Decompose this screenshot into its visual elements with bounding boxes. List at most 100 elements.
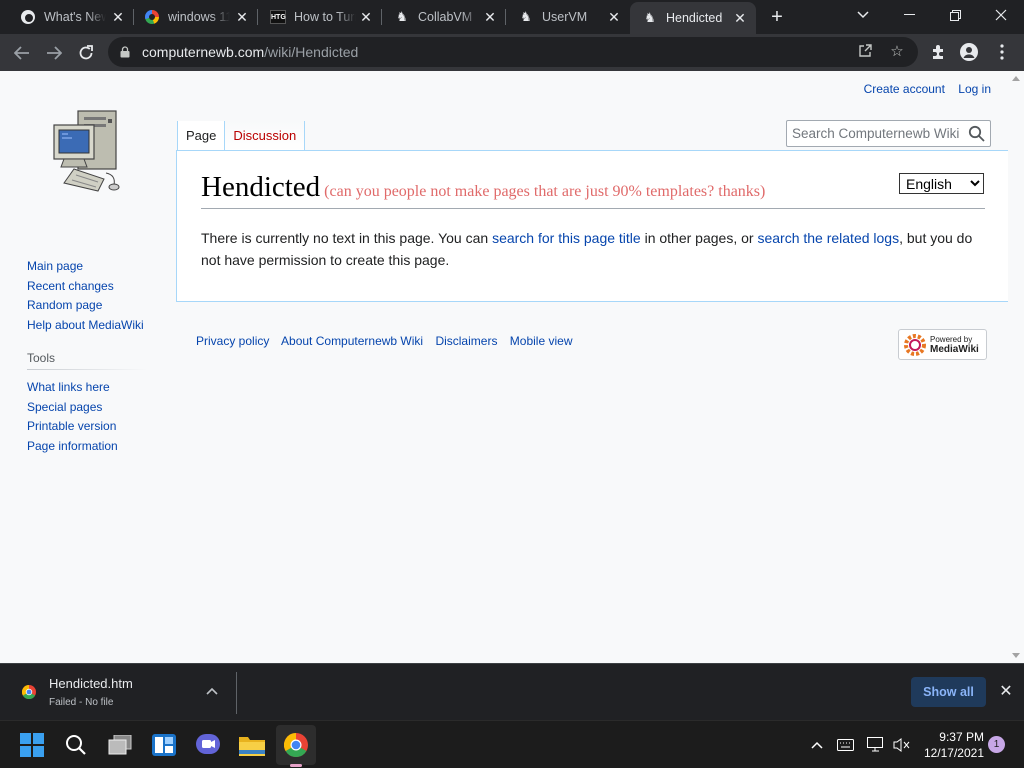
tab-search-icon[interactable] <box>840 0 886 30</box>
sidebar-item-random-page[interactable]: Random page <box>27 296 144 316</box>
browser-tab-strip: What's New ✕ windows 11 ✕ HTG How to Tur… <box>0 0 1024 34</box>
footer-privacy-policy-link[interactable]: Privacy policy <box>196 334 269 348</box>
bookmark-star-icon[interactable]: ☆ <box>888 43 906 61</box>
tab-close-icon[interactable]: ✕ <box>732 10 748 26</box>
search-taskbar-icon[interactable] <box>56 725 96 765</box>
download-shelf: Hendicted.htm Failed - No file Show all … <box>0 663 1024 720</box>
collabvm-icon: ♞ <box>396 9 408 24</box>
browser-tab-uservm[interactable]: ♞ UserVM ✕ <box>506 0 630 34</box>
footer-links: Privacy policy About Computernewb Wiki D… <box>196 334 582 348</box>
download-separator <box>236 672 237 714</box>
task-view-icon[interactable] <box>100 725 140 765</box>
extensions-icon[interactable] <box>928 42 948 62</box>
back-button[interactable] <box>8 39 36 67</box>
browser-tab-collabvm[interactable]: ♞ CollabVM ✕ <box>382 0 506 34</box>
wiki-logo-computer-icon[interactable] <box>48 107 128 197</box>
search-input[interactable] <box>792 121 962 146</box>
page-title: Hendicted <box>201 171 321 203</box>
search-icon[interactable] <box>968 125 985 142</box>
clock-date[interactable]: 12/17/2021 <box>920 746 984 760</box>
tab-title: Hendicted <box>666 11 723 25</box>
notification-badge[interactable]: 1 <box>988 736 1005 753</box>
reload-button[interactable] <box>72 39 100 67</box>
create-account-link[interactable]: Create account <box>864 82 945 96</box>
browser-tab-hendicted[interactable]: ♞ Hendicted ✕ <box>630 2 756 34</box>
sidebar-item-help[interactable]: Help about MediaWiki <box>27 316 144 336</box>
minimize-button[interactable] <box>886 0 932 30</box>
windows-taskbar: 9:37 PM 12/17/2021 1 <box>0 720 1024 768</box>
sidebar-item-main-page[interactable]: Main page <box>27 257 144 277</box>
sidebar-tools-heading: Tools <box>27 351 56 365</box>
file-explorer-icon[interactable] <box>232 725 272 765</box>
restore-button[interactable] <box>932 0 978 30</box>
browser-tab-how-to-turn[interactable]: HTG How to Turn ✕ <box>258 0 382 34</box>
browser-tab-windows-11[interactable]: windows 11 ✕ <box>134 0 258 34</box>
teams-chat-icon[interactable] <box>188 725 228 765</box>
tab-close-icon[interactable]: ✕ <box>234 9 250 25</box>
show-all-button[interactable]: Show all <box>911 677 986 707</box>
tab-page[interactable]: Page <box>177 121 225 151</box>
forward-button[interactable] <box>40 39 68 67</box>
sidebar-item-page-information[interactable]: Page information <box>27 437 147 457</box>
scroll-up-arrow-icon[interactable] <box>1012 76 1020 81</box>
share-icon[interactable] <box>856 43 874 61</box>
tab-close-icon[interactable]: ✕ <box>482 9 498 25</box>
close-download-shelf-icon[interactable]: ✕ <box>997 683 1015 701</box>
windows-start-icon[interactable] <box>12 725 52 765</box>
page-subtitle: (can you people not make pages that are … <box>324 183 766 200</box>
language-select[interactable]: English <box>899 173 984 194</box>
search-page-title-link[interactable]: search for this page title <box>492 230 641 246</box>
sidebar-item-recent-changes[interactable]: Recent changes <box>27 277 144 297</box>
search-box <box>786 120 991 147</box>
footer-disclaimers-link[interactable]: Disclaimers <box>435 334 497 348</box>
powered-by-line2: MediaWiki <box>930 343 979 355</box>
chevron-up-tray-icon[interactable] <box>808 736 826 754</box>
chrome-file-icon <box>22 685 36 699</box>
close-window-button[interactable] <box>978 0 1024 30</box>
tab-discussion[interactable]: Discussion <box>224 121 306 151</box>
chrome-taskbar-icon[interactable] <box>276 725 316 765</box>
tab-close-icon[interactable]: ✕ <box>606 9 622 25</box>
chevron-up-icon[interactable] <box>205 684 219 698</box>
first-heading: Hendicted (can you people not make pages … <box>201 171 985 209</box>
download-filename[interactable]: Hendicted.htm <box>49 676 133 691</box>
sidebar-tools: Tools What links here Special pages Prin… <box>27 351 147 456</box>
body-text-part: There is currently no text in this page.… <box>201 230 493 246</box>
browser-tab-whats-new[interactable]: What's New ✕ <box>0 0 134 34</box>
address-bar[interactable]: computernewb.com/wiki/Hendicted ☆ <box>108 37 918 67</box>
new-tab-button[interactable]: + <box>766 6 788 28</box>
personal-tools: Create account Log in <box>854 82 991 96</box>
lock-icon[interactable] <box>120 46 130 58</box>
tab-close-icon[interactable]: ✕ <box>358 9 374 25</box>
browser-toolbar: computernewb.com/wiki/Hendicted ☆ <box>0 34 1024 71</box>
scroll-down-arrow-icon[interactable] <box>1012 653 1020 658</box>
tab-title: CollabVM <box>418 10 473 24</box>
collabvm-icon: ♞ <box>520 9 532 24</box>
url-text[interactable]: computernewb.com/wiki/Hendicted <box>142 44 358 60</box>
sidebar-item-special-pages[interactable]: Special pages <box>27 398 147 418</box>
sidebar-divider <box>27 369 147 370</box>
sidebar-item-what-links-here[interactable]: What links here <box>27 378 147 398</box>
htg-icon: HTG <box>270 9 286 25</box>
menu-kebab-icon[interactable] <box>992 42 1012 62</box>
log-in-link[interactable]: Log in <box>958 82 991 96</box>
active-app-indicator <box>290 764 302 767</box>
volume-muted-icon[interactable] <box>893 736 911 754</box>
clock-time[interactable]: 9:37 PM <box>924 730 984 744</box>
body-text-part: in other pages, or <box>640 230 758 246</box>
sidebar-navigation: Main page Recent changes Random page Hel… <box>27 257 144 335</box>
scrollbar[interactable] <box>1008 71 1024 663</box>
no-article-text: There is currently no text in this page.… <box>201 227 987 271</box>
powered-by-mediawiki-badge[interactable]: Powered by MediaWiki <box>898 329 987 360</box>
search-related-logs-link[interactable]: search the related logs <box>757 230 899 246</box>
sidebar-item-printable-version[interactable]: Printable version <box>27 417 147 437</box>
keyboard-icon[interactable] <box>836 736 854 754</box>
widgets-icon[interactable] <box>144 725 184 765</box>
network-icon[interactable] <box>867 736 885 754</box>
page-tabs: Page Discussion <box>177 121 306 151</box>
tab-close-icon[interactable]: ✕ <box>110 9 126 25</box>
google-icon <box>144 9 160 25</box>
footer-mobile-view-link[interactable]: Mobile view <box>510 334 573 348</box>
profile-icon[interactable] <box>959 42 979 62</box>
footer-about-link[interactable]: About Computernewb Wiki <box>281 334 423 348</box>
